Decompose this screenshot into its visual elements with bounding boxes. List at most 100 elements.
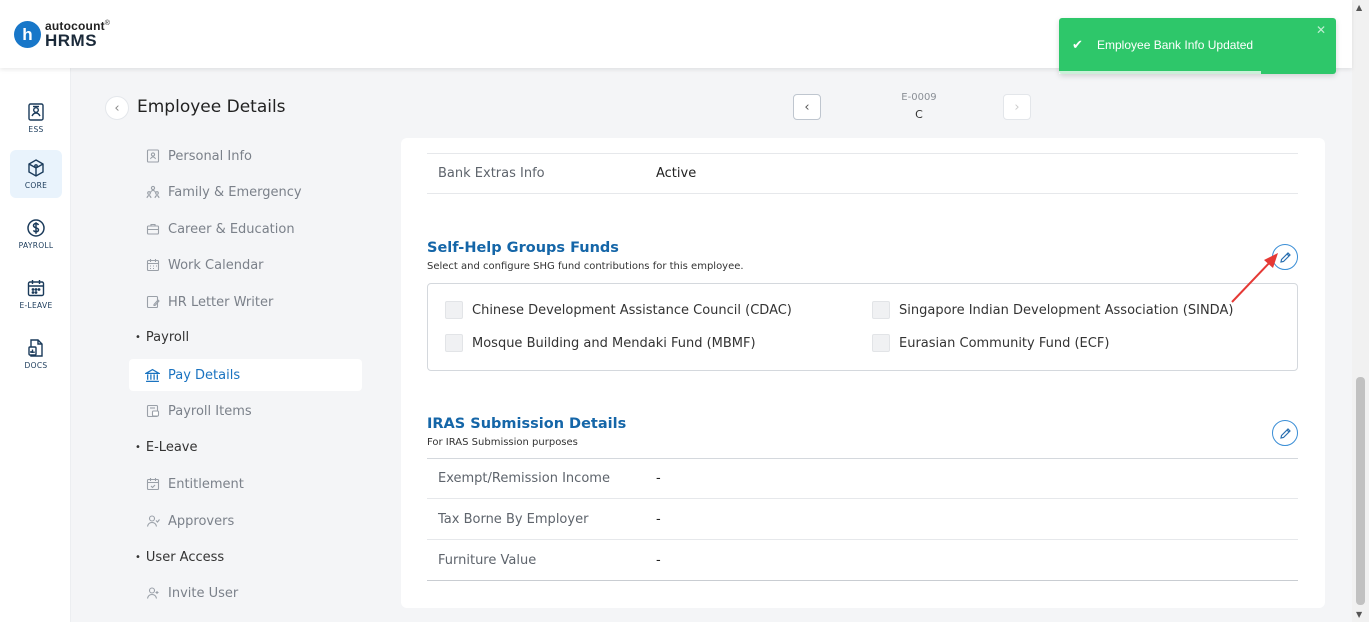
scroll-down-icon[interactable]: ▼ (1356, 610, 1362, 619)
people-icon (145, 185, 160, 200)
shg-option-sinda[interactable]: Singapore Indian Development Association… (872, 301, 1233, 319)
subnav-label: Entitlement (168, 476, 244, 492)
app-logo[interactable]: h autocount® HRMS (14, 20, 110, 49)
rail-item-core[interactable]: CORE (10, 150, 62, 198)
subnav-label: Career & Education (168, 221, 295, 237)
chevron-left-icon: ‹ (804, 99, 810, 115)
subnav-approvers[interactable]: Approvers (129, 505, 362, 537)
rail-label: E-LEAVE (19, 301, 53, 310)
scroll-up-icon[interactable]: ▲ (1356, 3, 1362, 12)
checkbox-label: Eurasian Community Fund (ECF) (899, 335, 1110, 351)
chevron-left-icon: ‹ (114, 100, 120, 116)
chevron-right-icon: › (1014, 99, 1020, 115)
iras-row-furniture-value: Furniture Value - (427, 541, 1298, 581)
logo-wordmark: autocount® HRMS (45, 20, 110, 49)
subnav-payroll-items[interactable]: Payroll Items (129, 395, 362, 427)
rail-label: CORE (24, 181, 48, 190)
iras-row-value: - (656, 553, 661, 568)
user-add-icon (145, 586, 160, 601)
close-icon[interactable]: ✕ (1316, 23, 1326, 37)
subnav-personal-info[interactable]: Personal Info (129, 140, 362, 172)
shg-section-subtitle: Select and configure SHG fund contributi… (427, 261, 744, 272)
subnav-invite-user[interactable]: Invite User (129, 577, 362, 609)
subnav-work-calendar[interactable]: Work Calendar (129, 249, 362, 281)
iras-section-subtitle: For IRAS Submission purposes (427, 437, 578, 448)
toast-progress-bar (1059, 71, 1262, 74)
checkbox[interactable] (445, 301, 463, 319)
iras-row-label: Tax Borne By Employer (438, 512, 589, 527)
rail-item-eleave[interactable]: E-LEAVE (10, 270, 62, 318)
subnav-entitlement[interactable]: Entitlement (129, 468, 362, 500)
partial-row (427, 114, 1298, 154)
subnav-hr-letter-writer[interactable]: HR Letter Writer (129, 286, 362, 318)
bank-extras-label: Bank Extras Info (438, 166, 545, 181)
subnav-label: Pay Details (168, 367, 241, 383)
success-toast: ✔ Employee Bank Info Updated ✕ (1059, 18, 1336, 74)
cube-icon (28, 159, 44, 177)
pay-details-card: Bank Extras Info Active Self-Help Groups… (401, 138, 1325, 608)
rail-label: ESS (28, 125, 44, 134)
bank-extras-value: Active (656, 166, 697, 181)
scrollbar-thumb[interactable] (1356, 377, 1365, 605)
subnav-label: Payroll Items (168, 403, 252, 419)
id-card-icon (145, 149, 160, 164)
bank-extras-row: Bank Extras Info Active (427, 154, 1298, 194)
page-title: Employee Details (137, 97, 286, 117)
subnav-group-user-access: User Access (135, 550, 224, 565)
page-scrollbar[interactable]: ▲ ▼ (1352, 0, 1369, 622)
iras-row-exempt-income: Exempt/Remission Income - (427, 459, 1298, 499)
subnav-label: Work Calendar (168, 257, 264, 273)
shg-option-cdac[interactable]: Chinese Development Assistance Council (… (445, 301, 792, 319)
bank-icon (145, 368, 160, 383)
subnav-group-eleave: E-Leave (135, 440, 198, 455)
main-content: ‹ Employee Details ‹ E-0009 C › Personal… (71, 68, 1352, 622)
checkbox-label: Mosque Building and Mendaki Fund (MBMF) (472, 335, 756, 351)
logo-mark: h (14, 21, 41, 48)
annotation-arrow-icon (1231, 253, 1278, 303)
shg-section-title: Self-Help Groups Funds (427, 240, 619, 256)
toast-message: Employee Bank Info Updated (1097, 38, 1254, 52)
iras-row-value: - (656, 512, 661, 527)
iras-row-value: - (656, 471, 661, 486)
shg-option-ecf[interactable]: Eurasian Community Fund (ECF) (872, 334, 1109, 352)
calendar-check-icon (145, 477, 160, 492)
subnav-label: Invite User (168, 585, 239, 601)
logo-mark-symbol: ® (104, 20, 111, 27)
rail-item-docs[interactable]: DOCS (10, 330, 62, 378)
employee-code: E-0009 (901, 92, 937, 103)
document-chart-icon (28, 339, 43, 357)
iras-section-title: IRAS Submission Details (427, 416, 627, 432)
rail-item-payroll[interactable]: PAYROLL (10, 210, 62, 258)
checkbox-label: Singapore Indian Development Association… (899, 302, 1234, 318)
subnav-label: HR Letter Writer (168, 294, 274, 310)
pencil-icon (1279, 427, 1291, 439)
checkbox[interactable] (872, 301, 890, 319)
logo-line2: HRMS (45, 31, 98, 50)
subnav-pay-details[interactable]: Pay Details (129, 359, 362, 391)
checkbox-label: Chinese Development Assistance Council (… (472, 302, 792, 318)
subnav-career-education[interactable]: Career & Education (129, 213, 362, 245)
shg-options-box: Chinese Development Assistance Council (… (427, 283, 1298, 371)
letter-edit-icon (145, 295, 160, 310)
subnav-group-payroll: Payroll (135, 330, 189, 345)
iras-edit-button[interactable] (1272, 420, 1298, 446)
iras-row-label: Furniture Value (438, 553, 537, 568)
checkbox[interactable] (872, 334, 890, 352)
subnav-label: Personal Info (168, 148, 252, 164)
iras-row-label: Exempt/Remission Income (438, 471, 610, 486)
dollar-icon (27, 219, 45, 237)
rail-item-ess[interactable]: ESS (10, 94, 62, 142)
subnav-label: Family & Emergency (168, 184, 302, 200)
iras-row-tax-borne: Tax Borne By Employer - (427, 500, 1298, 540)
check-icon: ✔ (1072, 38, 1083, 53)
rail-label: DOCS (24, 361, 48, 370)
back-button[interactable]: ‹ (105, 96, 129, 120)
ess-icon (28, 103, 44, 121)
user-icon (145, 514, 160, 529)
checkbox[interactable] (445, 334, 463, 352)
calendar-icon (145, 258, 160, 273)
subnav-family-emergency[interactable]: Family & Emergency (129, 176, 362, 208)
rail-label: PAYROLL (18, 241, 54, 250)
briefcase-icon (145, 222, 160, 237)
shg-option-mbmf[interactable]: Mosque Building and Mendaki Fund (MBMF) (445, 334, 756, 352)
